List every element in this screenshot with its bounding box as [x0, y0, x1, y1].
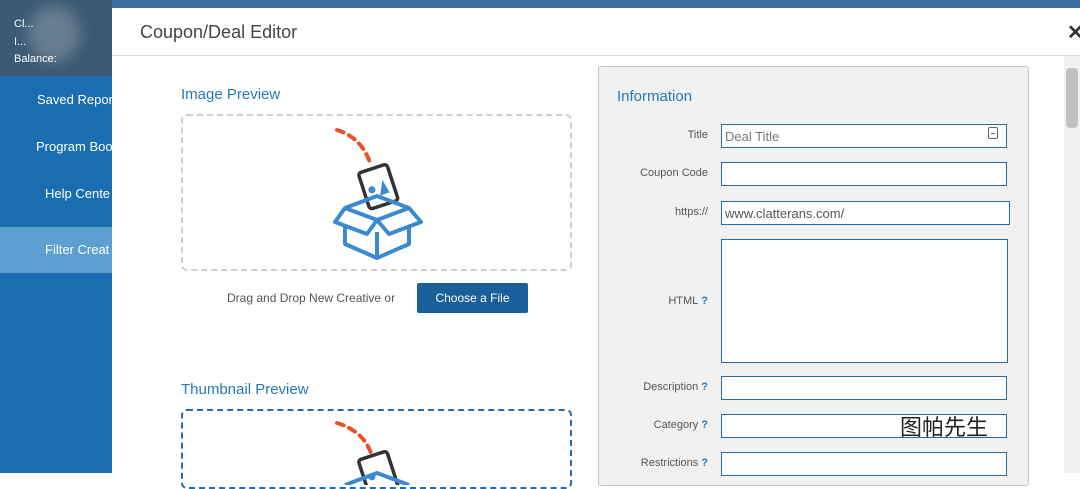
scrollbar-thumb[interactable] [1066, 68, 1078, 128]
image-dropzone[interactable] [181, 114, 572, 271]
modal-title: Coupon/Deal Editor [140, 22, 298, 42]
watermark-text: 图帕先生 [900, 415, 989, 440]
choose-file-button[interactable]: Choose a File [417, 283, 528, 313]
coupon-code-input[interactable] [721, 162, 1007, 186]
help-icon[interactable]: ? [701, 381, 708, 393]
restrictions-label-text: Restrictions [640, 457, 699, 469]
modal-header: Coupon/Deal Editor ✕ [112, 8, 1080, 56]
help-icon[interactable]: ? [701, 457, 708, 469]
image-preview-title: Image Preview [181, 86, 281, 103]
description-input[interactable] [721, 376, 1007, 400]
close-icon[interactable]: ✕ [1067, 20, 1080, 45]
category-label-text: Category [653, 419, 699, 431]
drag-drop-text: Drag and Drop New Creative or [227, 291, 396, 305]
help-icon[interactable]: ? [701, 295, 708, 307]
url-input[interactable] [721, 201, 1010, 225]
sidebar-item-help-center[interactable]: Help Cente [0, 171, 112, 217]
category-label: Category? [654, 419, 708, 431]
html-label: HTML? [668, 295, 708, 307]
sidebar-item-label: Help Cente [45, 186, 111, 201]
sidebar-item-saved-reports[interactable]: Saved Repor [0, 77, 112, 123]
balance-label: Balance: [14, 53, 57, 65]
coupon-code-label: Coupon Code [640, 167, 708, 179]
help-icon[interactable]: ? [701, 419, 708, 431]
box-upload-icon [333, 128, 423, 260]
thumbnail-dropzone[interactable] [181, 409, 572, 489]
sidebar-item-program-book[interactable]: Program Boo [0, 124, 112, 170]
balance-mid-text: I... [14, 36, 27, 48]
sidebar-item-label: Filter Creat [45, 242, 110, 257]
box-upload-icon [335, 421, 410, 485]
thumbnail-preview-title: Thumbnail Preview [181, 381, 309, 398]
title-input[interactable] [721, 124, 1007, 148]
title-label: Title [687, 129, 708, 141]
information-title: Information [617, 88, 693, 105]
top-strip [112, 0, 1080, 8]
sidebar-item-filter-creatives[interactable]: Filter Creat [0, 227, 112, 273]
url-label: https:// [674, 206, 708, 218]
contact-card-icon[interactable] [988, 127, 998, 139]
sidebar: Cl... I... Balance: Saved Repor Program … [0, 0, 112, 473]
restrictions-input[interactable] [721, 452, 1007, 476]
sidebar-item-label: Program Boo [36, 139, 112, 154]
balance-panel: Cl... I... Balance: [0, 0, 112, 76]
balance-top-text: Cl... [14, 18, 34, 30]
sidebar-item-label: Saved Repor [37, 92, 112, 107]
restrictions-label: Restrictions? [641, 457, 708, 469]
description-label-text: Description [643, 381, 699, 393]
html-label-text: HTML [668, 295, 699, 307]
coupon-deal-editor-modal: Coupon/Deal Editor ✕ Image Preview Drag … [112, 8, 1080, 489]
description-label: Description? [643, 381, 708, 393]
html-textarea[interactable] [721, 239, 1008, 363]
